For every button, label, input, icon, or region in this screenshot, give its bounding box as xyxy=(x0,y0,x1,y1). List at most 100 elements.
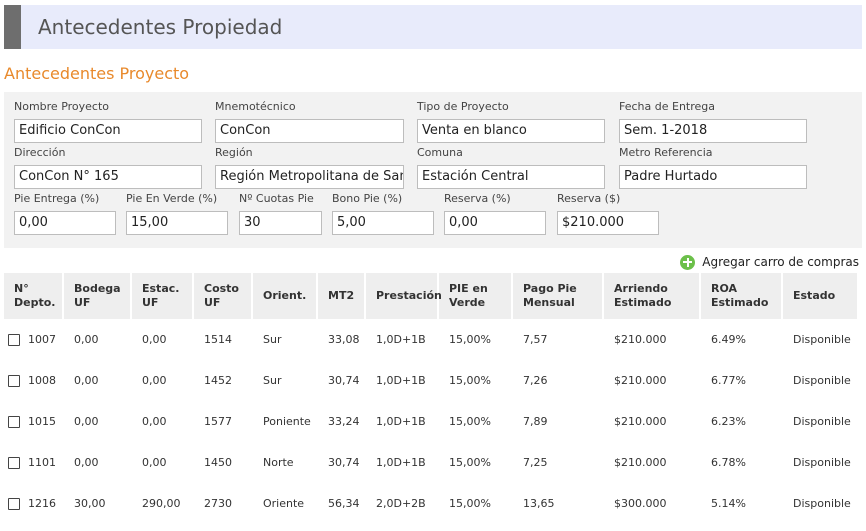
table-cell: Oriente xyxy=(253,483,318,524)
cell-value: 2730 xyxy=(204,497,232,510)
cell-value: 0,00 xyxy=(142,456,167,469)
row-checkbox[interactable] xyxy=(8,416,20,428)
cell-value: 1450 xyxy=(204,456,232,469)
table-cell: Disponible xyxy=(783,401,859,442)
cell-value: 33,24 xyxy=(328,415,360,428)
table-cell: 1,0D+1B xyxy=(366,319,439,360)
table-cell: 1101 xyxy=(4,442,64,483)
nombre-proyecto-input[interactable]: Edificio ConCon xyxy=(14,119,202,143)
cell-value: 0,00 xyxy=(142,374,167,387)
cell-value: Disponible xyxy=(793,374,851,387)
comuna-input[interactable]: Estación Central xyxy=(417,165,605,189)
pie-entrega-input[interactable]: 0,00 xyxy=(14,211,116,235)
cell-value: 1101 xyxy=(28,456,56,469)
column-header-line2: Estimado xyxy=(711,296,769,309)
table-cell: 0,00 xyxy=(64,319,132,360)
column-header-line1: Pago Pie xyxy=(523,282,577,295)
page-header: Antecedentes Propiedad xyxy=(4,5,862,49)
cell-value: Sur xyxy=(263,333,282,346)
table-cell: 0,00 xyxy=(132,360,194,401)
table-cell: 1452 xyxy=(194,360,253,401)
cell-value: $210.000 xyxy=(614,374,667,387)
column-header: Bodega UF xyxy=(64,273,132,319)
column-header: Prestación xyxy=(366,273,442,319)
cell-value: 6.49% xyxy=(711,333,746,346)
field-cuotas-pie: Nº Cuotas Pie 30 xyxy=(239,192,322,235)
add-cart-label: Agregar carro de compras xyxy=(702,255,859,269)
table-row[interactable]: 1008 0,00 0,00 1452 Sur 30,74 1,0D+1B 15,00% 7,2… xyxy=(4,360,859,401)
reserva-pct-label: Reserva (%) xyxy=(444,192,511,205)
mnemotecnico-input[interactable]: ConCon xyxy=(215,119,404,143)
table-cell: 2,0D+2B xyxy=(366,483,439,524)
cell-value: 1,0D+1B xyxy=(376,333,426,346)
cell-value: 7,25 xyxy=(523,456,548,469)
cell-value: 1514 xyxy=(204,333,232,346)
column-header: Estac. UF xyxy=(132,273,194,319)
cell-value: Disponible xyxy=(793,497,851,510)
pie-en-verde-input[interactable]: 15,00 xyxy=(126,211,228,235)
cell-value: 0,00 xyxy=(74,415,99,428)
column-header-line1: N° xyxy=(14,282,29,295)
direccion-input[interactable]: ConCon N° 165 xyxy=(14,165,202,189)
column-header-line2: UF xyxy=(74,296,91,309)
cell-value: Disponible xyxy=(793,415,851,428)
cuotas-pie-input[interactable]: 30 xyxy=(239,211,322,235)
field-mnemotecnico: Mnemotécnico ConCon xyxy=(215,100,404,143)
table-row[interactable]: 1015 0,00 0,00 1577 Poniente 33,24 1,0D+1B 15,0… xyxy=(4,401,859,442)
cell-value: 1452 xyxy=(204,374,232,387)
pie-entrega-label: Pie Entrega (%) xyxy=(14,192,100,205)
metro-referencia-input[interactable]: Padre Hurtado xyxy=(619,165,807,189)
table-cell: $210.000 xyxy=(604,401,701,442)
cell-value: 0,00 xyxy=(74,374,99,387)
table-cell: 290,00 xyxy=(132,483,194,524)
table-cell: 5.14% xyxy=(701,483,783,524)
table-cell: 30,00 xyxy=(64,483,132,524)
row-checkbox[interactable] xyxy=(8,457,20,469)
row-checkbox[interactable] xyxy=(8,498,20,510)
column-header: PIE en Verde xyxy=(439,273,513,319)
cell-value: 15,00% xyxy=(449,497,491,510)
row-checkbox[interactable] xyxy=(8,375,20,387)
tipo-proyecto-input[interactable]: Venta en blanco xyxy=(417,119,605,143)
table-cell: 0,00 xyxy=(64,401,132,442)
field-reserva-monto: Reserva ($) $210.000 xyxy=(557,192,659,235)
table-row[interactable]: 1216 30,00 290,00 2730 Oriente 56,34 2,0D+2B 15… xyxy=(4,483,859,524)
column-header-line1: Orient. xyxy=(263,289,307,302)
field-metro-referencia: Metro Referencia Padre Hurtado xyxy=(619,146,807,189)
table-row[interactable]: 1007 0,00 0,00 1514 Sur 33,08 1,0D+1B 15,00% 7,5… xyxy=(4,319,859,360)
table-cell: 1015 xyxy=(4,401,64,442)
fecha-entrega-input[interactable]: Sem. 1-2018 xyxy=(619,119,807,143)
bono-pie-input[interactable]: 5,00 xyxy=(332,211,434,235)
cell-value: Norte xyxy=(263,456,294,469)
table-row[interactable]: 1101 0,00 0,00 1450 Norte 30,74 1,0D+1B 15,00% 7… xyxy=(4,442,859,483)
table-cell: $300.000 xyxy=(604,483,701,524)
column-header: Estado xyxy=(783,273,859,319)
table-cell: 1216 xyxy=(4,483,64,524)
table-cell: 30,74 xyxy=(318,360,366,401)
cell-value: 13,65 xyxy=(523,497,555,510)
column-header-line1: ROA xyxy=(711,282,738,295)
cell-value: 15,00% xyxy=(449,415,491,428)
column-header: Orient. xyxy=(253,273,318,319)
cell-value: 33,08 xyxy=(328,333,360,346)
table-cell: 56,34 xyxy=(318,483,366,524)
column-header: ROA Estimado xyxy=(701,273,783,319)
cell-value: 6.77% xyxy=(711,374,746,387)
table-cell: $210.000 xyxy=(604,442,701,483)
reserva-monto-input[interactable]: $210.000 xyxy=(557,211,659,235)
column-header: N° Depto. xyxy=(4,273,64,319)
table-cell: 2730 xyxy=(194,483,253,524)
cell-value: 0,00 xyxy=(74,333,99,346)
table-cell: 1577 xyxy=(194,401,253,442)
reserva-pct-input[interactable]: 0,00 xyxy=(444,211,546,235)
field-reserva-pct: Reserva (%) 0,00 xyxy=(444,192,546,235)
cell-value: Poniente xyxy=(263,415,311,428)
column-header-line1: Bodega xyxy=(74,282,121,295)
add-cart-button[interactable]: Agregar carro de compras xyxy=(680,253,859,271)
cell-value: 15,00% xyxy=(449,456,491,469)
row-checkbox[interactable] xyxy=(8,334,20,346)
table-cell: 6.23% xyxy=(701,401,783,442)
table-cell: 30,74 xyxy=(318,442,366,483)
cell-value: $300.000 xyxy=(614,497,667,510)
region-input[interactable]: Región Metropolitana de Santia xyxy=(215,165,404,189)
